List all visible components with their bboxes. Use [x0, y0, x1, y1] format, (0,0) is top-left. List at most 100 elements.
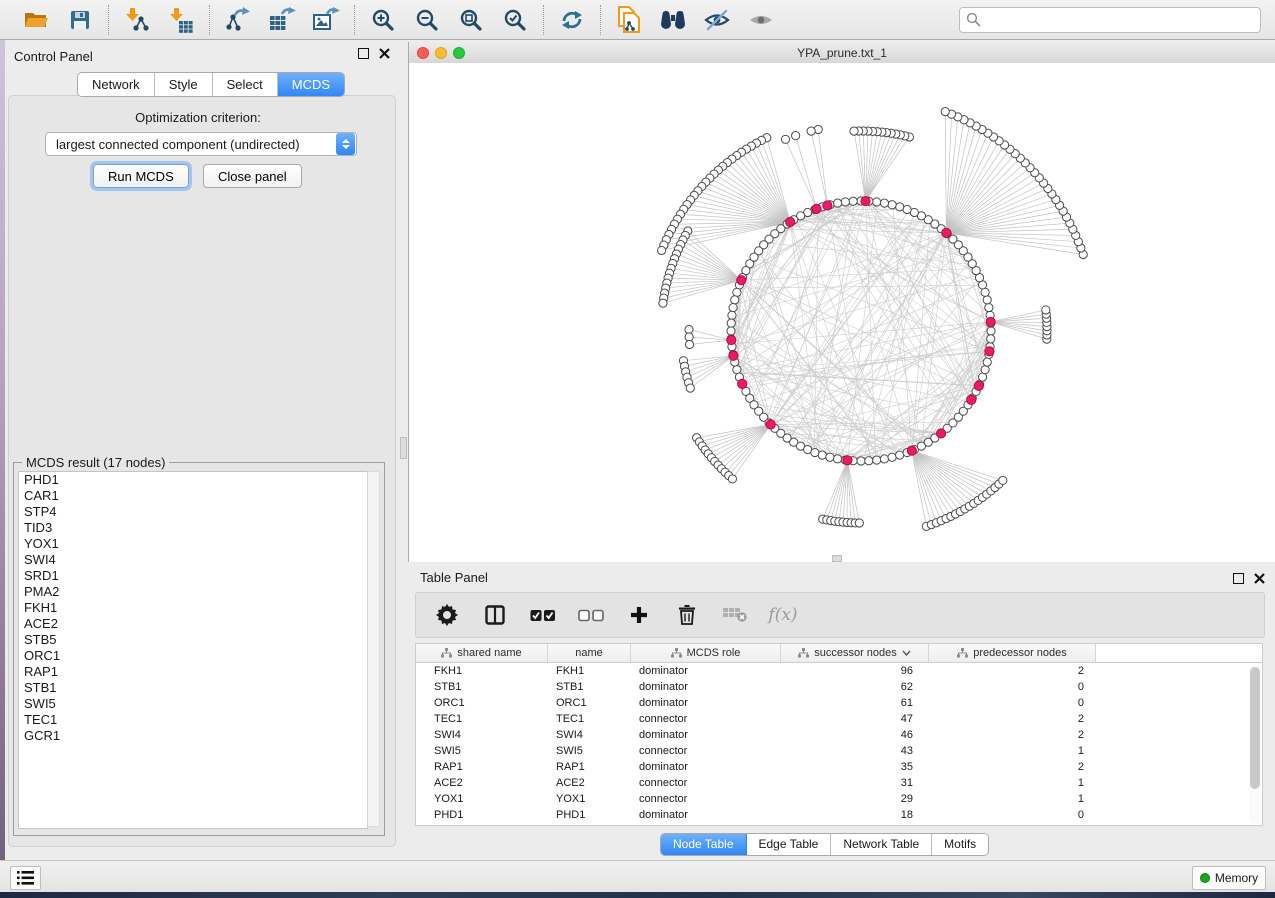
tab-network[interactable]: Network — [78, 73, 155, 96]
network-hub-node[interactable] — [936, 429, 945, 438]
network-node[interactable] — [873, 456, 881, 464]
network-hub-node[interactable] — [786, 217, 795, 226]
mcds-result-item[interactable]: STP4 — [19, 504, 367, 520]
import-network-icon[interactable] — [122, 5, 152, 35]
close-panel-button[interactable]: Close panel — [203, 164, 302, 188]
network-node[interactable] — [865, 457, 873, 465]
network-hub-node[interactable] — [907, 446, 916, 455]
deselect-all-rows-icon[interactable] — [578, 602, 604, 628]
run-mcds-button[interactable]: Run MCDS — [93, 164, 189, 188]
column-header-name[interactable]: name — [548, 644, 631, 662]
column-header-shared-name[interactable]: shared name — [416, 644, 548, 662]
network-node[interactable] — [833, 199, 841, 207]
network-hub-node[interactable] — [738, 379, 747, 388]
close-panel-icon[interactable] — [379, 48, 390, 59]
network-node[interactable] — [987, 335, 995, 343]
network-node[interactable] — [658, 246, 666, 254]
show-all-icon[interactable] — [746, 5, 776, 35]
network-node[interactable] — [983, 296, 991, 304]
vertical-splitter-grip[interactable] — [400, 437, 407, 459]
network-node[interactable] — [792, 132, 800, 140]
horizontal-splitter-grip[interactable] — [832, 555, 842, 562]
refresh-layout-icon[interactable] — [557, 5, 587, 35]
network-node[interactable] — [888, 453, 896, 461]
network-node[interactable] — [686, 384, 694, 392]
export-image-icon[interactable] — [311, 5, 341, 35]
network-node[interactable] — [855, 519, 863, 527]
tab-select[interactable]: Select — [213, 73, 278, 96]
network-node[interactable] — [727, 319, 735, 327]
float-table-panel-icon[interactable] — [1233, 573, 1244, 584]
network-node[interactable] — [807, 127, 815, 135]
mcds-result-item[interactable]: YOX1 — [19, 536, 367, 552]
zoom-selected-icon[interactable] — [500, 5, 530, 35]
network-node[interactable] — [659, 299, 667, 307]
function-builder-icon[interactable]: f(x) — [770, 602, 796, 628]
network-node[interactable] — [981, 366, 989, 374]
mcds-result-item[interactable]: STB1 — [19, 680, 367, 696]
network-node[interactable] — [727, 327, 735, 335]
network-hub-node[interactable] — [823, 201, 832, 210]
table-row[interactable]: ORC1ORC1dominator610 — [416, 695, 1262, 711]
mcds-result-item[interactable]: PHD1 — [19, 472, 367, 488]
mcds-result-item[interactable]: STB5 — [19, 632, 367, 648]
table-row[interactable]: RAP1RAP1dominator352 — [416, 759, 1262, 775]
save-session-icon[interactable] — [65, 5, 95, 35]
tab-edge-table[interactable]: Edge Table — [747, 834, 832, 855]
mcds-result-item[interactable]: SWI5 — [19, 696, 367, 712]
mcds-result-item[interactable]: SWI4 — [19, 552, 367, 568]
open-file-icon[interactable] — [21, 5, 51, 35]
network-hub-node[interactable] — [986, 317, 995, 326]
column-header-predecessor-nodes[interactable]: predecessor nodes — [929, 644, 1096, 662]
float-panel-icon[interactable] — [358, 48, 369, 59]
export-network-icon[interactable] — [223, 5, 253, 35]
table-row[interactable]: TEC1TEC1connector472 — [416, 711, 1262, 727]
table-row[interactable]: SWI4SWI4dominator462 — [416, 727, 1262, 743]
network-node[interactable] — [983, 358, 991, 366]
network-node[interactable] — [728, 475, 736, 483]
tab-style[interactable]: Style — [155, 73, 213, 96]
network-hub-node[interactable] — [861, 196, 870, 205]
mcds-result-item[interactable]: CAR1 — [19, 488, 367, 504]
tab-motifs[interactable]: Motifs — [932, 834, 988, 855]
network-node[interactable] — [1042, 306, 1050, 314]
network-node[interactable] — [941, 108, 949, 116]
network-hub-node[interactable] — [727, 335, 736, 344]
export-table-icon[interactable] — [267, 5, 297, 35]
table-row[interactable]: YOX1YOX1connector291 — [416, 791, 1262, 807]
table-row[interactable]: ACE2ACE2connector311 — [416, 775, 1262, 791]
select-all-rows-icon[interactable] — [530, 602, 556, 628]
network-node[interactable] — [841, 198, 849, 206]
mcds-result-item[interactable]: RAP1 — [19, 664, 367, 680]
table-row[interactable]: PHD1PHD1dominator180 — [416, 807, 1262, 823]
network-node[interactable] — [999, 476, 1007, 484]
delete-table-icon[interactable] — [722, 602, 748, 628]
network-node[interactable] — [849, 197, 857, 205]
network-node[interactable] — [685, 325, 693, 333]
zoom-in-icon[interactable] — [368, 5, 398, 35]
network-node[interactable] — [896, 203, 904, 211]
mcds-result-item[interactable]: PMA2 — [19, 584, 367, 600]
network-hub-node[interactable] — [942, 228, 951, 237]
network-node[interactable] — [685, 340, 693, 348]
network-node[interactable] — [729, 303, 737, 311]
close-table-panel-icon[interactable] — [1254, 573, 1265, 584]
column-layout-icon[interactable] — [482, 602, 508, 628]
network-hub-node[interactable] — [766, 420, 775, 429]
column-header-successor-nodes[interactable]: successor nodes — [781, 644, 929, 662]
network-graph[interactable] — [409, 63, 1275, 562]
tab-mcds[interactable]: MCDS — [278, 73, 344, 96]
network-hub-node[interactable] — [843, 456, 852, 465]
clone-network-icon[interactable] — [614, 5, 644, 35]
tab-node-table[interactable]: Node Table — [661, 834, 747, 855]
import-table-icon[interactable] — [166, 5, 196, 35]
criterion-dropdown[interactable]: largest connected component (undirected) — [45, 132, 357, 156]
network-node[interactable] — [880, 455, 888, 463]
network-node[interactable] — [685, 333, 693, 341]
network-node[interactable] — [985, 303, 993, 311]
network-hub-node[interactable] — [737, 276, 746, 285]
network-canvas[interactable] — [409, 63, 1275, 562]
mcds-result-item[interactable]: ACE2 — [19, 616, 367, 632]
network-hub-node[interactable] — [974, 381, 983, 390]
table-row[interactable]: FKH1FKH1dominator962 — [416, 663, 1262, 679]
